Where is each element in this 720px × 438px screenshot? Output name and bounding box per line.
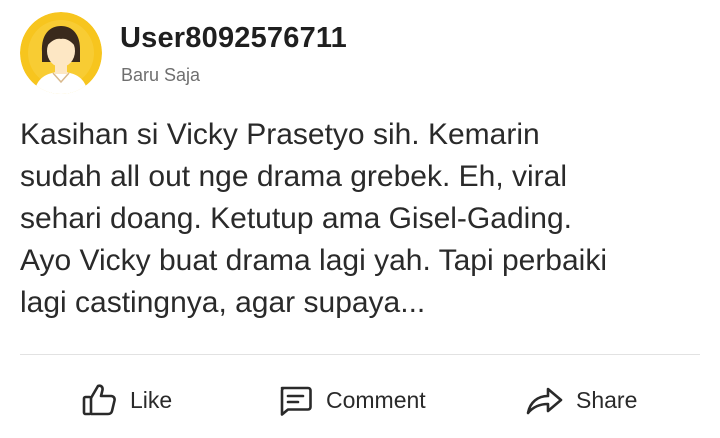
comment-button[interactable]: Comment	[276, 372, 426, 428]
like-button[interactable]: Like	[80, 372, 172, 428]
post-text-line: lagi castingnya, agar supaya...	[20, 286, 426, 319]
avatar[interactable]	[20, 12, 102, 94]
post-card: User8092576711 Baru Saja Kasihan si Vick…	[0, 0, 720, 438]
share-arrow-icon	[526, 387, 563, 415]
like-label: Like	[130, 386, 173, 413]
post-timestamp: Baru Saja	[121, 65, 201, 85]
username[interactable]: User8092576711	[120, 22, 347, 55]
post-text-line: sudah all out nge drama grebek. Eh, vira…	[20, 160, 567, 193]
comment-label: Comment	[326, 386, 426, 413]
post-text-line: Kasihan si Vicky Prasetyo sih. Kemarin	[20, 118, 540, 151]
share-label: Share	[576, 386, 638, 413]
post-text-line: sehari doang. Ketutup ama Gisel-Gading.	[20, 202, 572, 235]
post-header: User8092576711 Baru Saja	[20, 12, 700, 94]
divider	[20, 354, 700, 355]
post-actions-bar: Like Comment Share	[0, 372, 720, 428]
comment-icon	[280, 386, 312, 416]
share-button[interactable]: Share	[524, 372, 637, 428]
post-text-line: Ayo Vicky buat drama lagi yah. Tapi perb…	[20, 244, 608, 277]
user-avatar-icon	[20, 12, 102, 94]
post-body-text: Kasihan si Vicky Prasetyo sih. Kemarin s…	[20, 114, 700, 324]
thumbs-up-icon	[82, 384, 116, 416]
